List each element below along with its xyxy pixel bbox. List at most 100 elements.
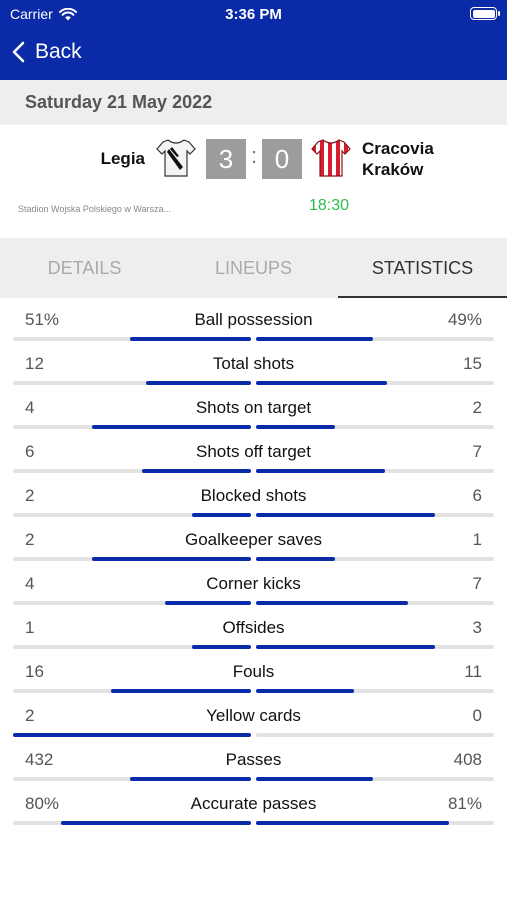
tab-lineups[interactable]: LINEUPS: [169, 238, 338, 298]
away-stat-bar: [256, 689, 354, 693]
away-stat-bar: [256, 557, 335, 561]
home-stat-bar: [165, 601, 251, 605]
home-team-name: Legia: [100, 149, 145, 168]
away-team-name: Cracovia Kraków: [362, 139, 434, 179]
away-stat-bar: [256, 821, 449, 825]
home-stat-track: [13, 645, 251, 649]
stat-label: Fouls: [232, 662, 275, 681]
stat-label: Shots on target: [195, 398, 312, 417]
stat-row: 80% Accurate passes 81%: [0, 782, 507, 826]
stat-label: Blocked shots: [200, 486, 307, 505]
home-stat-bar: [141, 469, 251, 473]
kickoff-time: 18:30: [309, 197, 350, 214]
home-score: 3: [206, 139, 246, 179]
home-stat-bar: [91, 425, 251, 429]
away-stat-value: 7: [472, 574, 482, 593]
match-header: Legia 3 : 0 Cracovia Kraków Stadion Wojs…: [0, 125, 507, 238]
back-button[interactable]: Back: [12, 38, 82, 66]
away-stat-track: [256, 425, 494, 429]
away-stat-track: [256, 601, 494, 605]
stat-label: Shots off target: [196, 442, 311, 461]
status-time: 3:36 PM: [225, 6, 282, 23]
match-tabs: DETAILS LINEUPS STATISTICS: [0, 238, 507, 298]
away-stat-bar: [256, 645, 435, 649]
away-stat-track: [256, 733, 494, 737]
away-stat-track: [256, 689, 494, 693]
stat-label: Offsides: [222, 618, 285, 637]
home-stat-bar: [146, 381, 251, 385]
away-stat-value: 7: [472, 442, 482, 461]
navigation-header: Carrier 3:36 PM Back: [0, 0, 507, 80]
battery-icon: [470, 7, 500, 20]
away-stat-track: [256, 777, 494, 781]
away-stat-track: [256, 381, 494, 385]
away-stat-value: 0: [472, 706, 482, 725]
away-stat-value: 15: [463, 354, 482, 373]
tab-statistics[interactable]: STATISTICS: [338, 238, 507, 298]
away-stat-bar: [256, 601, 409, 605]
home-stat-track: [13, 821, 251, 825]
home-stat-bar: [129, 337, 251, 341]
home-stat-bar: [191, 645, 251, 649]
home-jersey-icon: [156, 139, 196, 177]
away-stat-value: 2: [472, 398, 482, 417]
match-date: Saturday 21 May 2022: [25, 92, 213, 112]
home-stat-track: [13, 425, 251, 429]
match-date-bar: Saturday 21 May 2022: [0, 80, 507, 125]
home-stat-track: [13, 337, 251, 341]
home-stat-bar: [110, 689, 251, 693]
away-stat-track: [256, 645, 494, 649]
home-stat-bar: [191, 513, 251, 517]
away-stat-track: [256, 557, 494, 561]
away-score: 0: [262, 139, 302, 179]
score-separator: :: [250, 143, 258, 168]
stat-row: 2 Blocked shots 6: [0, 474, 507, 518]
home-stat-track: [13, 777, 251, 781]
away-stat-bar: [256, 777, 373, 781]
stat-row: 432 Passes 408: [0, 738, 507, 782]
away-jersey-icon: [311, 139, 351, 177]
away-stat-bar: [256, 337, 373, 341]
stat-label: Accurate passes: [190, 794, 317, 813]
away-stat-value: 6: [472, 486, 482, 505]
stat-row: 2 Yellow cards 0: [0, 694, 507, 738]
away-stat-bar: [256, 381, 387, 385]
home-stat-bar: [91, 557, 251, 561]
home-stat-track: [13, 557, 251, 561]
tab-details[interactable]: DETAILS: [0, 238, 169, 298]
home-stat-track: [13, 381, 251, 385]
home-stat-track: [13, 513, 251, 517]
away-stat-track: [256, 513, 494, 517]
home-stat-track: [13, 689, 251, 693]
stat-row: 51% Ball possession 49%: [0, 298, 507, 342]
away-stat-track: [256, 469, 494, 473]
away-stat-track: [256, 337, 494, 341]
stat-row: 16 Fouls 11: [0, 650, 507, 694]
away-stat-value: 408: [453, 750, 482, 769]
stat-row: 1 Offsides 3: [0, 606, 507, 650]
home-stat-bar: [13, 733, 251, 737]
home-stat-track: [13, 469, 251, 473]
stat-label: Total shots: [212, 354, 295, 373]
away-stat-value: 1: [472, 530, 482, 549]
home-stat-bar: [129, 777, 251, 781]
stat-row: 6 Shots off target 7: [0, 430, 507, 474]
away-stat-track: [256, 821, 494, 825]
stat-row: 12 Total shots 15: [0, 342, 507, 386]
stat-label: Goalkeeper saves: [184, 530, 323, 549]
stat-row: 2 Goalkeeper saves 1: [0, 518, 507, 562]
home-stat-track: [13, 733, 251, 737]
statistics-list: 51% Ball possession 49% 12 Total shots 15 4 Sho…: [0, 298, 507, 826]
away-stat-value: 81%: [447, 794, 482, 813]
away-stat-bar: [256, 425, 335, 429]
stat-label: Passes: [225, 750, 282, 769]
away-stat-value: 11: [464, 662, 482, 681]
stat-label: Yellow cards: [206, 706, 301, 725]
stat-label: Corner kicks: [206, 574, 301, 593]
stadium-name: Stadion Wojska Polskiego w Warsza...: [18, 204, 172, 214]
away-stat-value: 3: [472, 618, 482, 637]
away-stat-bar: [256, 513, 435, 517]
stat-label: Ball possession: [194, 310, 313, 329]
chevron-left-icon: [12, 41, 25, 63]
home-stat-track: [13, 601, 251, 605]
